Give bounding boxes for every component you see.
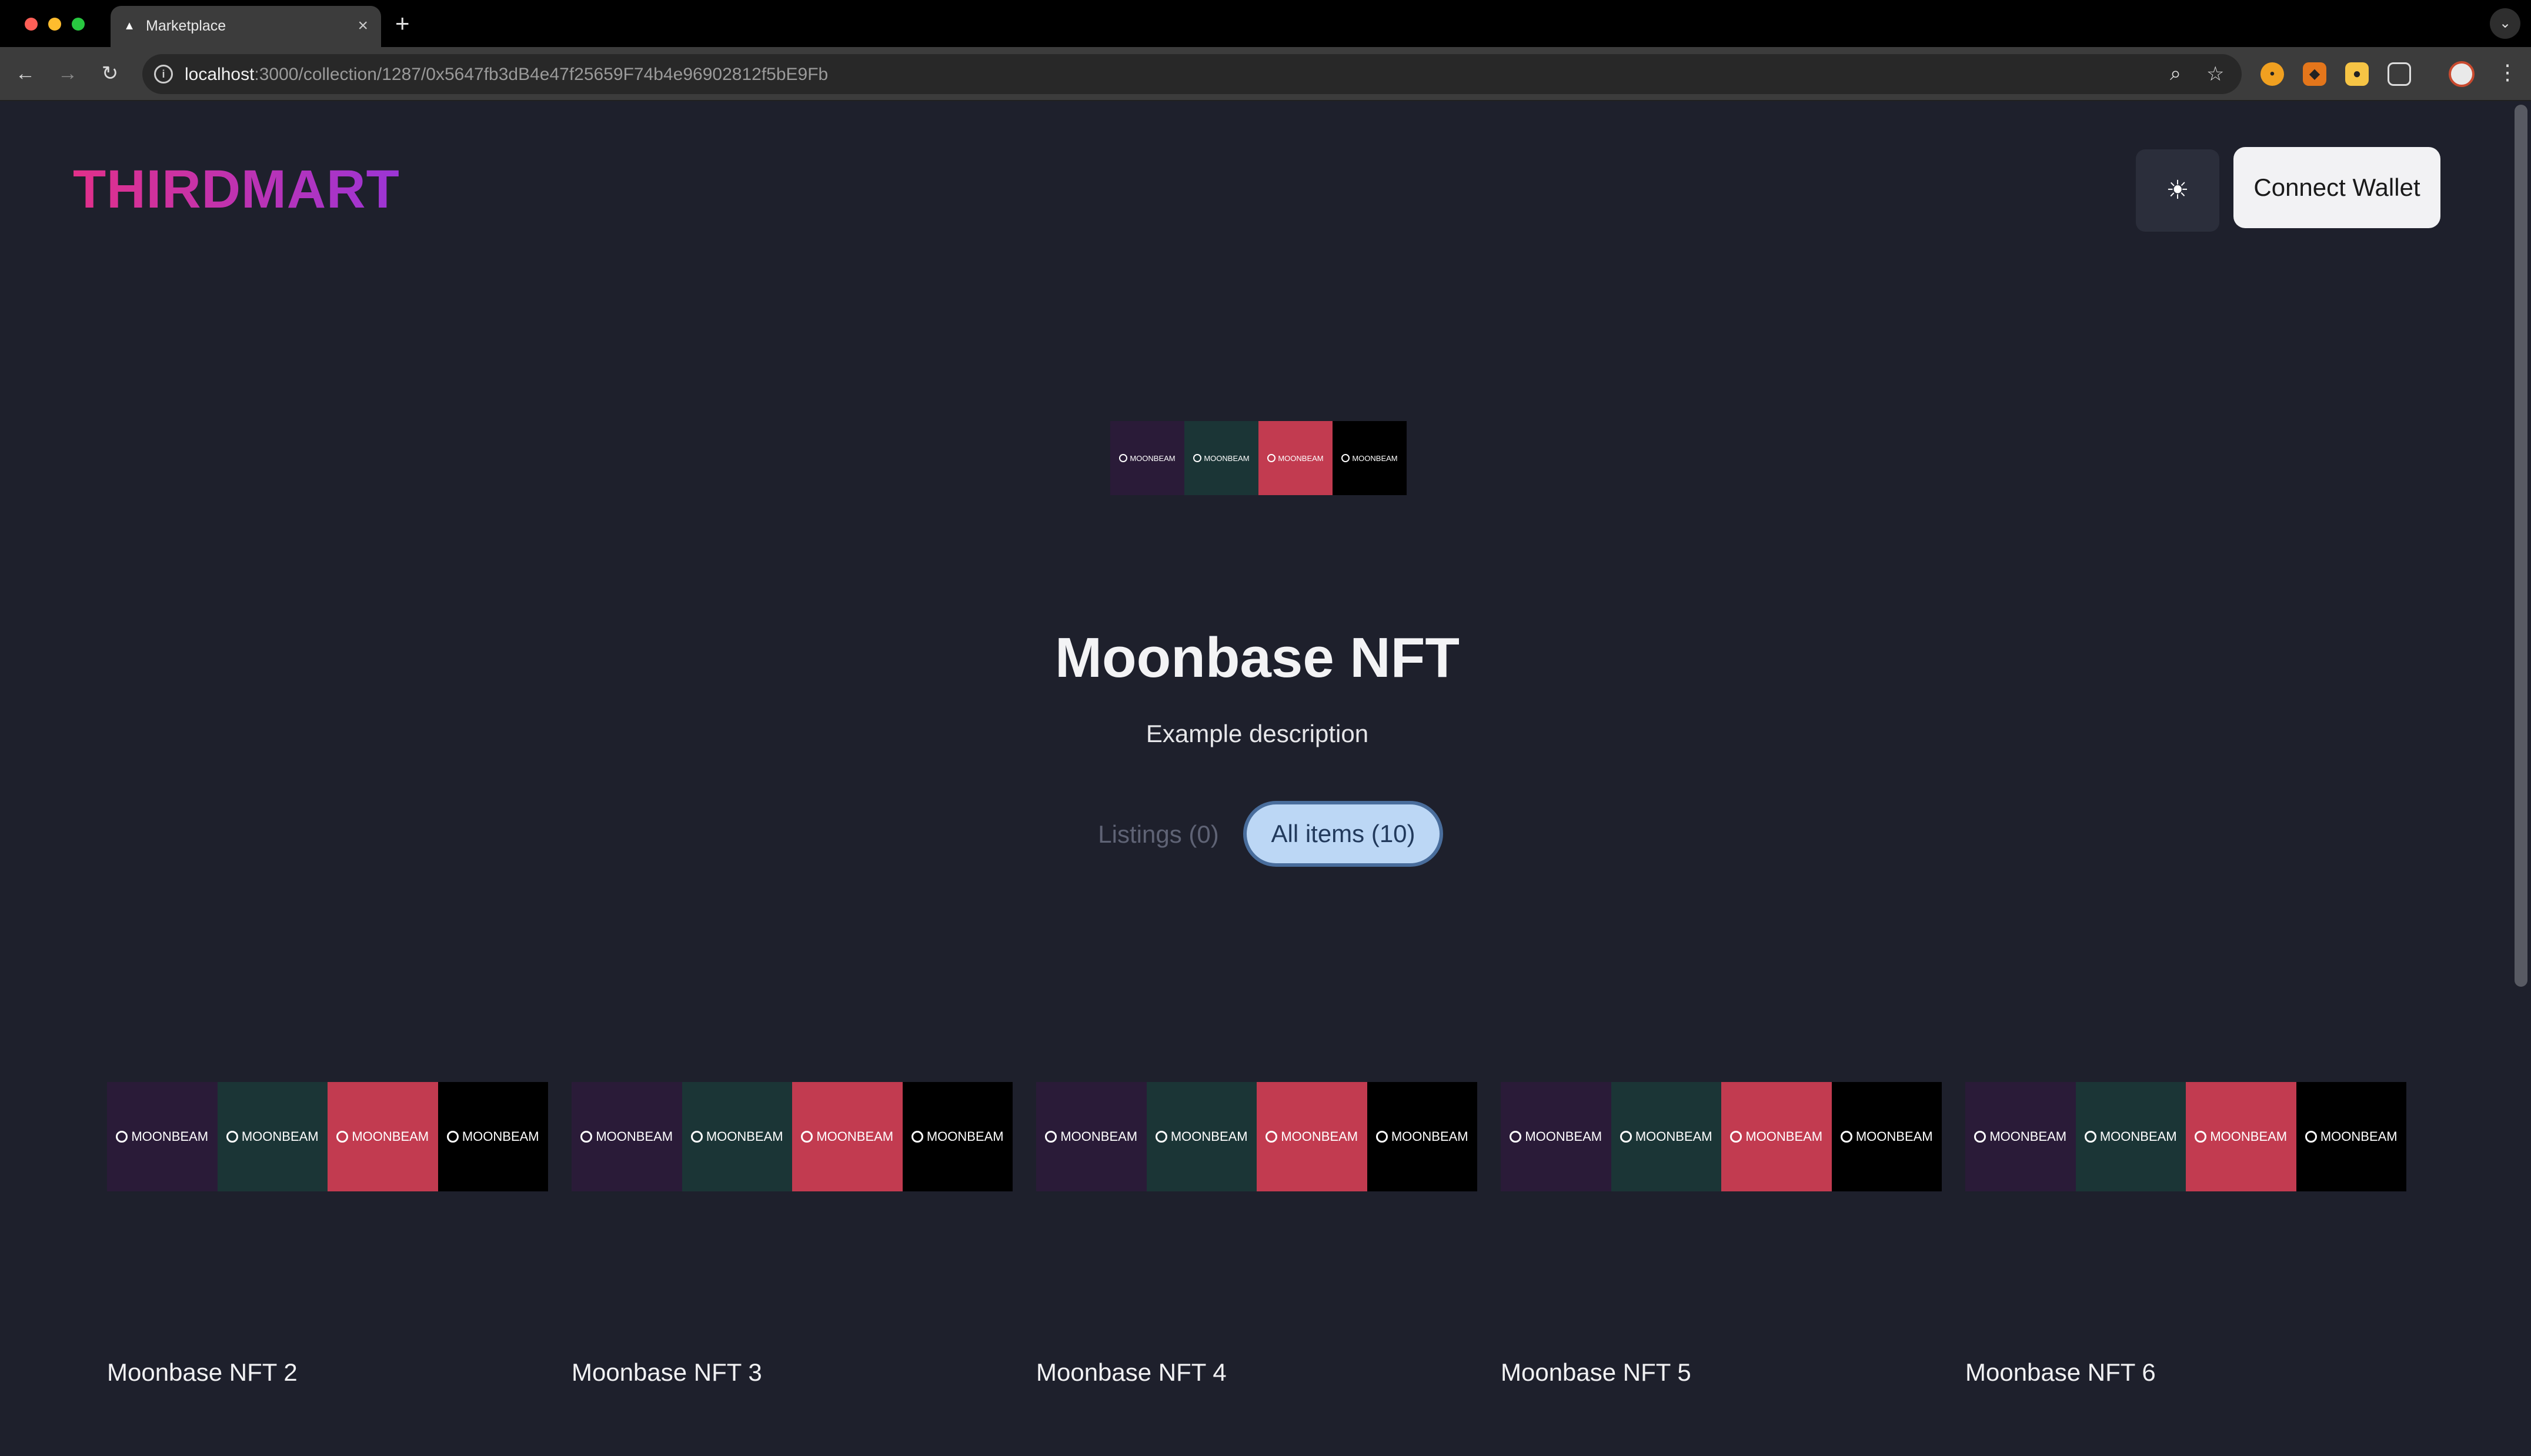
- moonbeam-logo-icon: [1730, 1131, 1742, 1143]
- avatar[interactable]: [2449, 61, 2475, 87]
- collection-description: Example description: [1146, 720, 1369, 747]
- metamask-icon[interactable]: ◆: [2303, 62, 2326, 86]
- page-title: Moonbase NFT: [1055, 626, 1460, 689]
- tab-all-items[interactable]: All items (10): [1243, 801, 1443, 867]
- moonbeam-logo-icon: [580, 1131, 593, 1143]
- moonbeam-logo-icon: [1341, 454, 1350, 462]
- banner-block: MOONBEAM: [2075, 1082, 2186, 1191]
- banner-block: MOONBEAM: [1257, 1082, 1367, 1191]
- back-button[interactable]: ←: [11, 59, 40, 88]
- tab-listings[interactable]: Listings (0): [1070, 817, 1247, 851]
- banner-block: MOONBEAM: [1258, 421, 1333, 495]
- moonbeam-logo-icon: [1620, 1131, 1632, 1143]
- nft-name: Moonbase NFT 4: [1036, 1358, 1227, 1386]
- nft-image: MOONBEAM MOONBEAM MOONBEAM MOONBEAM: [1965, 1082, 2406, 1191]
- moonbeam-logo-icon: [1193, 454, 1202, 462]
- banner-block: MOONBEAM: [1333, 421, 1407, 495]
- nft-name: Moonbase NFT 5: [1501, 1358, 1691, 1386]
- extension-icon-1[interactable]: •: [2260, 62, 2284, 86]
- moonbeam-logo-icon: [226, 1131, 238, 1143]
- nft-image: MOONBEAM MOONBEAM MOONBEAM MOONBEAM: [1501, 1082, 1942, 1191]
- browser-tab[interactable]: ▲ Marketplace ×: [111, 6, 381, 47]
- banner-block: MOONBEAM: [1184, 421, 1258, 495]
- browser-tab-strip: ▲ Marketplace × + ⌄: [0, 0, 2531, 47]
- nft-card[interactable]: MOONBEAM MOONBEAM MOONBEAM MOONBEAM Moon…: [1501, 1082, 1942, 1411]
- moonbeam-logo-icon: [116, 1131, 128, 1143]
- moonbeam-logo-icon: [1267, 454, 1276, 462]
- moonbeam-logo-icon: [1840, 1131, 1852, 1143]
- nft-name: Moonbase NFT 6: [1965, 1358, 2156, 1386]
- sun-icon: ☀: [2166, 176, 2189, 205]
- nft-card[interactable]: MOONBEAM MOONBEAM MOONBEAM MOONBEAM Moon…: [572, 1082, 1013, 1411]
- moonbeam-logo-icon: [446, 1131, 459, 1143]
- banner-block: MOONBEAM: [1721, 1082, 1832, 1191]
- chevron-down-icon[interactable]: ⌄: [2490, 8, 2520, 39]
- theme-toggle-button[interactable]: ☀: [2136, 149, 2219, 232]
- moonbeam-logo-icon: [1119, 454, 1128, 462]
- info-icon[interactable]: i: [154, 65, 173, 84]
- browser-toolbar: ← → ↻ i localhost:3000/collection/1287/0…: [0, 47, 2531, 101]
- banner-block: MOONBEAM: [1146, 1082, 1257, 1191]
- tab-title: Marketplace: [146, 18, 226, 34]
- banner-block: MOONBEAM: [1036, 1082, 1147, 1191]
- close-window-button[interactable]: [25, 18, 38, 31]
- new-tab-button[interactable]: +: [395, 9, 410, 38]
- banner-block: MOONBEAM: [2296, 1082, 2406, 1191]
- moonbeam-logo-icon: [2305, 1131, 2317, 1143]
- banner-block: MOONBEAM: [902, 1082, 1013, 1191]
- moonbeam-logo-icon: [911, 1131, 923, 1143]
- banner-block: MOONBEAM: [572, 1082, 682, 1191]
- maximize-window-button[interactable]: [72, 18, 85, 31]
- nft-grid: MOONBEAM MOONBEAM MOONBEAM MOONBEAM Moon…: [107, 1082, 2406, 1411]
- address-bar[interactable]: i localhost:3000/collection/1287/0x5647f…: [142, 54, 2242, 94]
- banner-block: MOONBEAM: [328, 1082, 438, 1191]
- moonbeam-logo-icon: [1155, 1131, 1167, 1143]
- minimize-window-button[interactable]: [48, 18, 61, 31]
- puzzle-icon[interactable]: [2388, 62, 2411, 86]
- zoom-icon[interactable]: ⌕: [2170, 62, 2181, 85]
- banner-block: MOONBEAM: [2186, 1082, 2296, 1191]
- nft-image: MOONBEAM MOONBEAM MOONBEAM MOONBEAM: [1036, 1082, 1477, 1191]
- banner-block: MOONBEAM: [682, 1082, 792, 1191]
- forward-button[interactable]: →: [53, 59, 82, 88]
- moonbeam-logo-icon: [1510, 1131, 1522, 1143]
- moonbeam-logo-icon: [1266, 1131, 1278, 1143]
- banner-block: MOONBEAM: [1367, 1082, 1477, 1191]
- connect-wallet-button[interactable]: Connect Wallet: [2233, 147, 2440, 228]
- banner-block: MOONBEAM: [1110, 421, 1184, 495]
- logo[interactable]: THIRDMART: [73, 159, 400, 221]
- nft-card[interactable]: MOONBEAM MOONBEAM MOONBEAM MOONBEAM Moon…: [1036, 1082, 1477, 1411]
- banner-block: MOONBEAM: [1611, 1082, 1721, 1191]
- moonbeam-logo-icon: [690, 1131, 703, 1143]
- extension-icon-3[interactable]: ●: [2345, 62, 2369, 86]
- banner-block: MOONBEAM: [1831, 1082, 1942, 1191]
- moonbeam-logo-icon: [336, 1131, 349, 1143]
- moonbeam-logo-icon: [2195, 1131, 2207, 1143]
- nft-name: Moonbase NFT 3: [572, 1358, 762, 1386]
- nft-card[interactable]: MOONBEAM MOONBEAM MOONBEAM MOONBEAM Moon…: [1965, 1082, 2406, 1411]
- moonbeam-logo-icon: [2084, 1131, 2096, 1143]
- bookmark-star-icon[interactable]: ☆: [2206, 62, 2224, 86]
- banner-block: MOONBEAM: [792, 1082, 903, 1191]
- moonbeam-logo-icon: [1375, 1131, 1388, 1143]
- moonbeam-logo-icon: [801, 1131, 813, 1143]
- url-text[interactable]: localhost:3000/collection/1287/0x5647fb3…: [185, 65, 828, 85]
- nft-image: MOONBEAM MOONBEAM MOONBEAM MOONBEAM: [107, 1082, 548, 1191]
- more-icon[interactable]: ⋮: [2497, 60, 2518, 85]
- collection-banner: MOONBEAM MOONBEAM MOONBEAM MOONBEAM: [1110, 421, 1407, 495]
- banner-block: MOONBEAM: [1501, 1082, 1611, 1191]
- banner-block: MOONBEAM: [1965, 1082, 2076, 1191]
- triangle-icon: ▲: [123, 19, 135, 32]
- banner-block: MOONBEAM: [438, 1082, 548, 1191]
- moonbeam-logo-icon: [1974, 1131, 1986, 1143]
- banner-block: MOONBEAM: [107, 1082, 218, 1191]
- close-icon[interactable]: ×: [358, 16, 368, 36]
- nft-card[interactable]: MOONBEAM MOONBEAM MOONBEAM MOONBEAM Moon…: [107, 1082, 548, 1411]
- moonbeam-logo-icon: [1045, 1131, 1057, 1143]
- nft-name: Moonbase NFT 2: [107, 1358, 298, 1386]
- banner-block: MOONBEAM: [217, 1082, 328, 1191]
- reload-button[interactable]: ↻: [95, 59, 125, 88]
- nft-image: MOONBEAM MOONBEAM MOONBEAM MOONBEAM: [572, 1082, 1013, 1191]
- scrollbar[interactable]: [2515, 105, 2527, 987]
